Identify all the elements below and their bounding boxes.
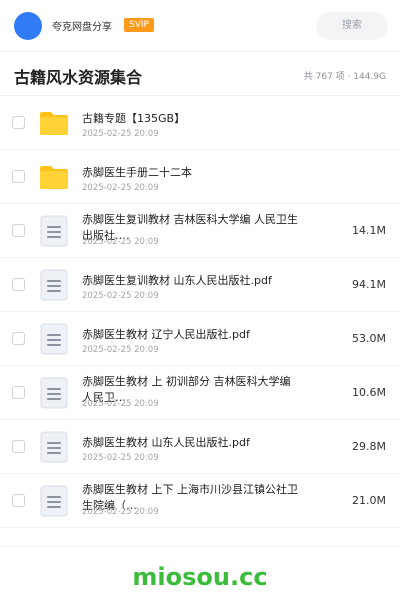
row-checkbox[interactable] [12,386,25,399]
divider [0,546,400,547]
row-checkbox[interactable] [12,494,25,507]
file-list: 古籍专题【135GB】 2025-02-25 20:09 赤脚医生手册二十二本 202… [0,96,400,528]
document-icon [38,377,70,409]
folder-icon [38,161,70,193]
file-row[interactable]: 赤脚医生复训教材 吉林医科大学编 人民卫生出版社.… 2025-02-25 20:… [0,204,400,258]
file-name: 古籍专题【135GB】 [82,112,186,125]
row-checkbox[interactable] [12,224,25,237]
document-icon [38,485,70,517]
row-checkbox[interactable] [12,278,25,291]
file-date: 2025-02-25 20:09 [82,183,159,193]
file-size: 14.1M [352,224,386,237]
file-name: 赤脚医生教材 山东人民出版社.pdf [82,436,250,449]
file-row[interactable]: 赤脚医生复训教材 山东人民出版社.pdf 2025-02-25 20:09 94.1… [0,258,400,312]
file-date: 2025-02-25 20:09 [82,507,159,517]
watermark: miosou.cc [132,563,268,591]
row-checkbox[interactable] [12,440,25,453]
document-icon [38,431,70,463]
file-size: 29.8M [352,440,386,453]
folder-icon [38,107,70,139]
file-row[interactable]: 赤脚医生教材 辽宁人民出版社.pdf 2025-02-25 20:09 53.0M [0,312,400,366]
owner-name: 夸克网盘分享 [52,22,112,33]
file-date: 2025-02-25 20:09 [82,345,159,355]
file-size: 21.0M [352,494,386,507]
file-date: 2025-02-25 20:09 [82,399,159,409]
file-date: 2025-02-25 20:09 [82,453,159,463]
item-stats: 共 767 项 · 144.9G [303,72,386,82]
file-size: 94.1M [352,278,386,291]
row-checkbox[interactable] [12,170,25,183]
title-row: 古籍风水资源集合 共 767 项 · 144.9G [0,52,400,96]
row-checkbox[interactable] [12,332,25,345]
document-icon [38,215,70,247]
avatar[interactable] [14,12,42,40]
page-title: 古籍风水资源集合 [14,68,143,87]
row-checkbox[interactable] [12,116,25,129]
file-row[interactable]: 赤脚医生教材 山东人民出版社.pdf 2025-02-25 20:09 29.8M [0,420,400,474]
document-icon [38,323,70,355]
file-row[interactable]: 古籍专题【135GB】 2025-02-25 20:09 [0,96,400,150]
file-row[interactable]: 赤脚医生手册二十二本 2025-02-25 20:09 [0,150,400,204]
file-size: 53.0M [352,332,386,345]
file-date: 2025-02-25 20:09 [82,237,159,247]
file-name: 赤脚医生手册二十二本 [82,166,192,179]
document-icon [38,269,70,301]
file-row[interactable]: 赤脚医生教材 上下 上海市川沙县江镇公社卫生院编（… 2025-02-25 20:… [0,474,400,528]
file-size: 10.6M [352,386,386,399]
file-name: 赤脚医生教材 辽宁人民出版社.pdf [82,328,250,341]
file-row[interactable]: 赤脚医生教材 上 初训部分 吉林医科大学编 人民卫… 2025-02-25 20:… [0,366,400,420]
search-button[interactable]: 搜索 [316,12,388,40]
svip-badge: SVIP [124,18,154,32]
file-name: 赤脚医生复训教材 山东人民出版社.pdf [82,274,272,287]
share-header: 夸克网盘分享 SVIP 搜索 [0,0,400,52]
file-date: 2025-02-25 20:09 [82,129,159,139]
file-date: 2025-02-25 20:09 [82,291,159,301]
